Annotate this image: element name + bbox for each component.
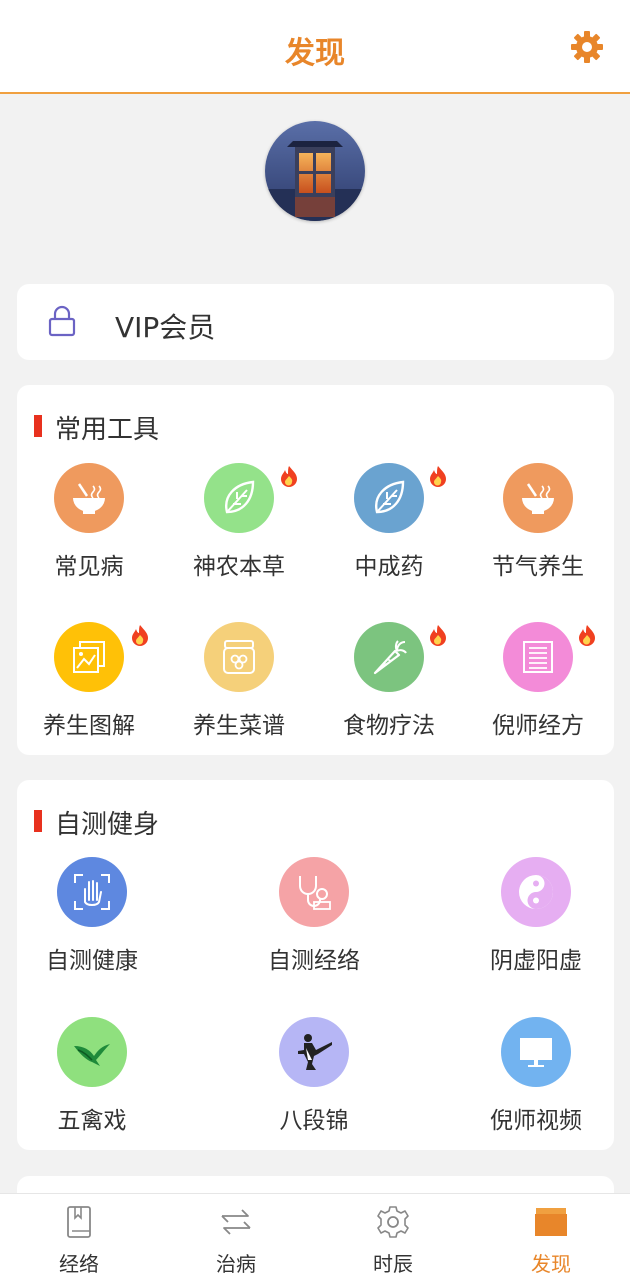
book-icon (67, 1206, 91, 1238)
hand-scan-icon (57, 857, 127, 927)
tool-label: 五禽戏 (57, 1108, 127, 1134)
lock-icon (48, 305, 76, 337)
tool-label: 自测健康 (46, 948, 138, 974)
tool-label: 养生图解 (43, 713, 135, 739)
jar-icon (204, 622, 274, 692)
leaf-icon (354, 463, 424, 533)
tool-label: 八段锦 (279, 1108, 349, 1134)
tool-self-test-meridians[interactable]: 自测经络 (239, 857, 389, 975)
tool-baduanjin[interactable]: 八段锦 (239, 1017, 389, 1135)
gear-icon (377, 1206, 409, 1238)
bowl-icon (54, 463, 124, 533)
tool-label: 神农本草 (193, 554, 285, 580)
tool-label: 养生菜谱 (193, 713, 285, 739)
avatar[interactable] (265, 121, 365, 221)
bowl-icon (503, 463, 573, 533)
section-title: 常用工具 (55, 415, 160, 445)
vip-membership-card[interactable]: VIP会员 (17, 284, 614, 360)
yin-yang-icon (501, 857, 571, 927)
tool-yin-yang-deficiency[interactable]: 阴虚阳虚 (461, 857, 611, 975)
tab-label: 经络 (59, 1252, 99, 1276)
tool-five-animal-play[interactable]: 五禽戏 (17, 1017, 167, 1135)
martial-arts-icon (279, 1017, 349, 1087)
tool-label: 节气养生 (492, 554, 584, 580)
tab-label: 治病 (216, 1252, 256, 1276)
tool-label: 常见病 (54, 554, 124, 580)
tool-label: 倪师经方 (492, 713, 584, 739)
bottom-tab-bar: 经络 治病 时辰 发现 (0, 1193, 630, 1280)
stethoscope-icon (279, 857, 349, 927)
tab-label: 时辰 (373, 1252, 413, 1276)
self-test-fitness-card: 自测健身 自测健康 自测经络 阴虚阳虚 五禽戏 八段锦 倪师视频 (17, 780, 614, 1150)
tab-discover[interactable]: 发现 (491, 1204, 611, 1277)
tool-label: 中成药 (354, 554, 424, 580)
arrows-icon (221, 1209, 251, 1235)
tab-treatment[interactable]: 治病 (176, 1204, 296, 1277)
monitor-icon (501, 1017, 571, 1087)
tab-hours[interactable]: 时辰 (333, 1204, 453, 1277)
section-marker (34, 415, 42, 437)
hot-fire-icon (430, 625, 446, 646)
vip-label: VIP会员 (115, 311, 216, 344)
tool-ni-master-videos[interactable]: 倪师视频 (461, 1017, 611, 1135)
tool-label: 倪师视频 (490, 1108, 582, 1134)
tab-label: 发现 (531, 1252, 571, 1276)
section-marker (34, 810, 42, 832)
document-icon (503, 622, 573, 692)
hot-fire-icon (132, 625, 148, 646)
hot-fire-icon (579, 625, 595, 646)
carrot-icon (354, 622, 424, 692)
herb-leaf-icon (204, 463, 274, 533)
top-nav-bar: 发现 (0, 0, 630, 94)
tab-meridians[interactable]: 经络 (19, 1204, 139, 1277)
tool-health-recipes[interactable]: 养生菜谱 (164, 622, 314, 740)
bird-icon (57, 1017, 127, 1087)
page-title: 发现 (285, 36, 345, 71)
section-title: 自测健身 (55, 810, 160, 840)
hot-fire-icon (430, 466, 446, 487)
tool-common-diseases[interactable]: 常见病 (14, 463, 164, 581)
tool-label: 阴虚阳虚 (490, 948, 582, 974)
tool-self-test-health[interactable]: 自测健康 (17, 857, 167, 975)
common-tools-card: 常用工具 常见病 神农本草 中成药 节气养生 养生图解 养生菜谱 食物疗法 倪师… (17, 385, 614, 755)
tool-label: 食物疗法 (343, 713, 435, 739)
tool-seasonal-health[interactable]: 节气养生 (463, 463, 613, 581)
tool-label: 自测经络 (268, 948, 360, 974)
settings-gear-icon[interactable] (570, 30, 604, 64)
hot-fire-icon (281, 466, 297, 487)
picture-icon (54, 622, 124, 692)
folder-icon (535, 1208, 567, 1236)
